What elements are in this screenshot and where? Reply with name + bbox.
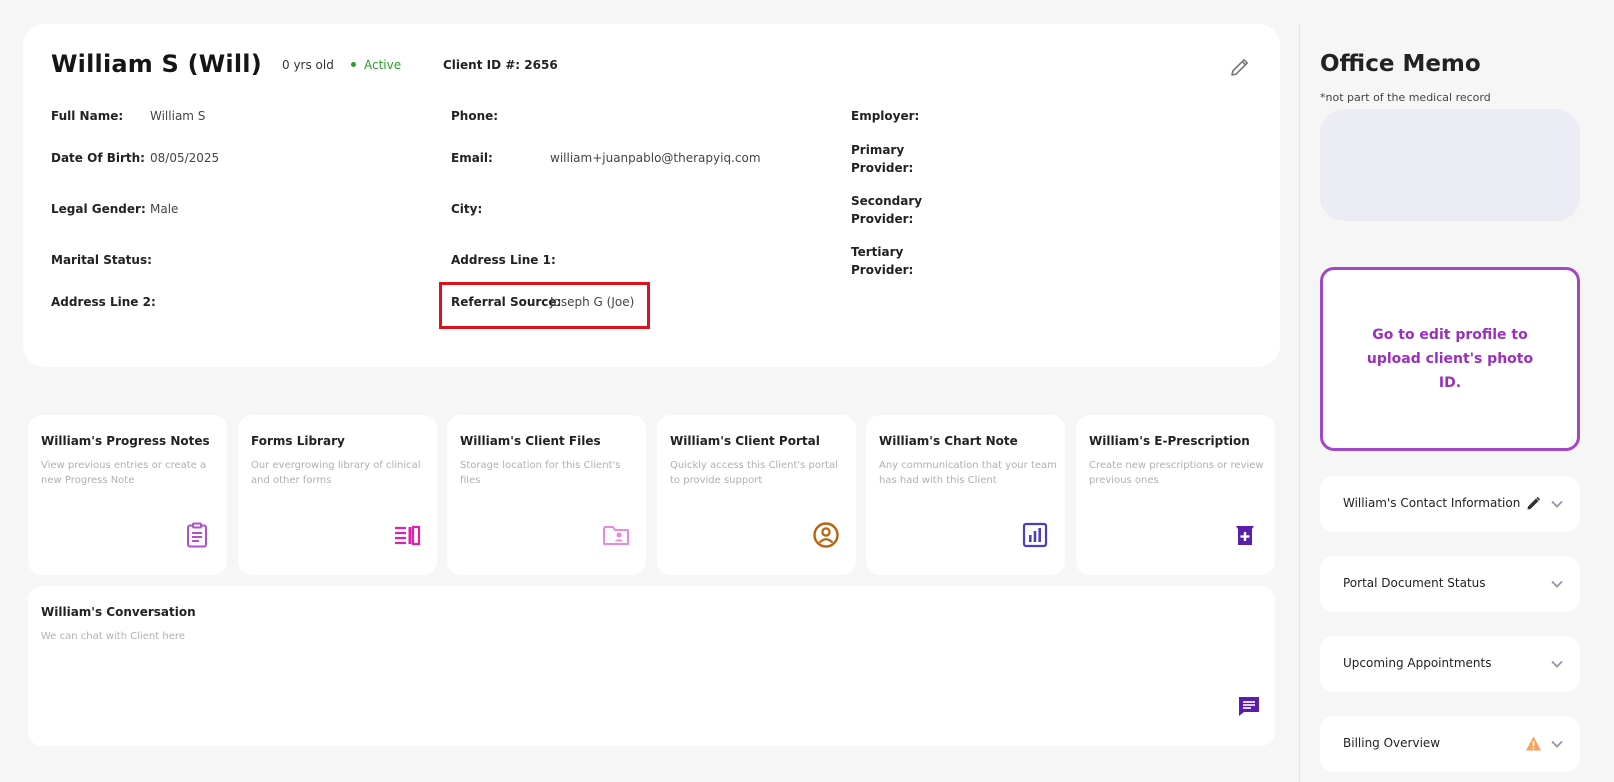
status-dot-icon [351, 62, 356, 67]
email-value: william+juanpablo@therapyiq.com [550, 151, 761, 165]
tile-description: Our evergrowing library of clinical and … [251, 460, 421, 486]
tile-chart-note[interactable]: William's Chart Note Any communication t… [866, 415, 1065, 575]
library-icon [395, 525, 421, 546]
tile-client-files[interactable]: William's Client Files Storage location … [447, 415, 646, 575]
tile-title: William's Client Portal [670, 434, 820, 448]
tile-description: View previous entries or create a new Pr… [41, 460, 207, 486]
conversation-title: William's Conversation [41, 605, 196, 619]
client-profile-page: William S (Will) 0 yrs old Active Client… [0, 0, 1614, 782]
chevron-down-icon [1551, 580, 1563, 588]
tile-progress-notes[interactable]: William's Progress Notes View previous e… [28, 415, 227, 575]
edit-profile-button[interactable] [1228, 55, 1252, 79]
marital-status-label: Marital Status: [51, 253, 152, 267]
employer-label: Employer: [851, 109, 920, 123]
primary-provider-label: Primary Provider: [851, 143, 914, 175]
tile-description: Any communication that your team has had… [879, 460, 1057, 486]
city-label: City: [451, 202, 483, 216]
accordion-label: William's Contact Information [1343, 496, 1521, 510]
tile-e-prescription[interactable]: William's E-Prescription Create new pres… [1076, 415, 1275, 575]
tile-description: Create new prescriptions or review previ… [1089, 460, 1264, 486]
clipboard-icon [187, 522, 207, 548]
client-age: 0 yrs old [282, 58, 334, 72]
folder-user-icon [603, 526, 629, 545]
dob-label: Date Of Birth: [51, 151, 145, 165]
tile-client-portal[interactable]: William's Client Portal Quickly access t… [657, 415, 856, 575]
tile-title: William's E-Prescription [1089, 434, 1250, 448]
tile-title: William's Progress Notes [41, 434, 210, 448]
status-badge: Active [351, 58, 401, 72]
chevron-down-icon [1551, 660, 1563, 668]
tertiary-provider-label: Tertiary Provider: [851, 245, 914, 277]
panel-divider [1299, 24, 1300, 782]
photo-id-upload-box[interactable]: Go to edit profile to upload client's ph… [1320, 267, 1580, 451]
accordion-portal-document-status[interactable]: Portal Document Status [1320, 556, 1580, 612]
accordion-label: Billing Overview [1343, 736, 1441, 750]
chevron-down-icon [1551, 500, 1563, 508]
email-label: Email: [451, 151, 493, 165]
warning-icon [1526, 736, 1541, 751]
dob-value: 08/05/2025 [150, 151, 220, 165]
office-memo-note: *not part of the medical record [1320, 91, 1491, 104]
referral-source-highlight [439, 282, 650, 329]
office-memo-input[interactable] [1320, 109, 1580, 221]
tile-forms-library[interactable]: Forms Library Our evergrowing library of… [238, 415, 437, 575]
conversation-panel[interactable]: William's Conversation We can chat with … [28, 586, 1275, 746]
full-name-label: Full Name: [51, 109, 124, 123]
phone-label: Phone: [451, 109, 499, 123]
chat-icon[interactable] [1237, 694, 1261, 718]
accordion-billing-overview[interactable]: Billing Overview [1320, 716, 1580, 772]
full-name-value: William S [150, 109, 206, 123]
photo-id-message: Go to edit profile to upload client's ph… [1366, 327, 1534, 391]
conversation-description: We can chat with Client here [41, 631, 185, 642]
address-line-2-label: Address Line 2: [51, 295, 156, 309]
chevron-down-icon [1551, 740, 1563, 748]
secondary-provider-label: Secondary Provider: [851, 194, 923, 226]
client-info-card: William S (Will) 0 yrs old Active Client… [23, 24, 1280, 367]
accordion-label: Portal Document Status [1343, 576, 1486, 590]
client-id: Client ID #: 2656 [443, 58, 558, 72]
legal-gender-label: Legal Gender: [51, 202, 146, 216]
prescription-icon [1236, 526, 1254, 545]
tile-description: Quickly access this Client's portal to p… [670, 460, 838, 486]
office-memo-title: Office Memo [1320, 51, 1481, 77]
address-line-1-label: Address Line 1: [451, 253, 556, 267]
legal-gender-value: Male [150, 202, 179, 216]
status-label: Active [364, 58, 402, 72]
accordion-label: Upcoming Appointments [1343, 656, 1492, 670]
accordion-contact-information[interactable]: William's Contact Information [1320, 476, 1580, 532]
bar-chart-icon [1022, 522, 1048, 548]
accordion-upcoming-appointments[interactable]: Upcoming Appointments [1320, 636, 1580, 692]
tile-title: Forms Library [251, 434, 345, 448]
tile-title: William's Client Files [460, 434, 601, 448]
pencil-icon[interactable] [1525, 495, 1542, 512]
pencil-icon [1231, 59, 1248, 76]
tile-title: William's Chart Note [879, 434, 1018, 448]
user-circle-icon [813, 522, 839, 548]
tile-description: Storage location for this Client's files [460, 460, 621, 486]
client-name: William S (Will) [51, 50, 262, 78]
